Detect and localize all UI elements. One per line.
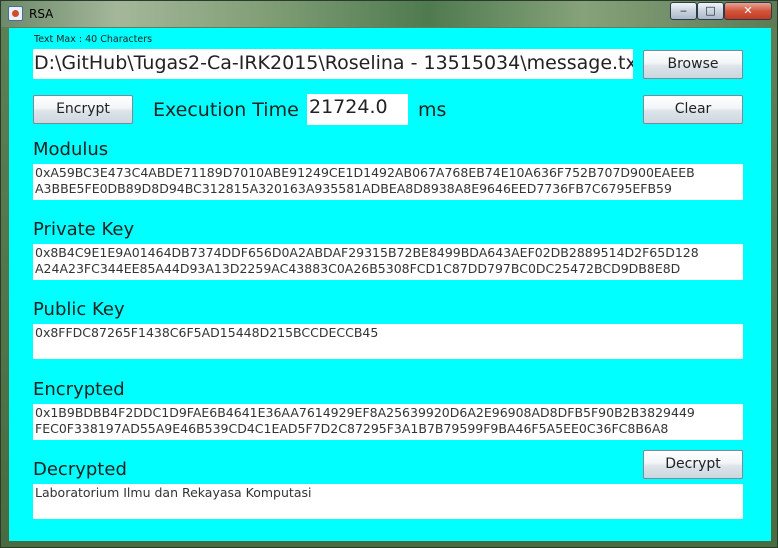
execution-time-label: Execution Time : — [153, 99, 312, 121]
execution-time-field[interactable]: 21724.0 — [307, 94, 408, 125]
java-app-icon — [8, 6, 23, 21]
file-path-field[interactable]: D:\GitHub\Tugas2-Ca-IRK2015\Roselina - 1… — [33, 49, 633, 79]
title-bar[interactable]: RSA ‒ □ ✕ — [1, 1, 777, 27]
modulus-line-1: 0xA59BC3E473C4ABDE71189D7010ABE91249CE1D… — [35, 165, 695, 180]
encrypt-button[interactable]: Encrypt — [33, 95, 133, 124]
text-max-label: Text Max : 40 Characters — [34, 34, 153, 45]
decrypted-line-1: Laboratorium Ilmu dan Rekayasa Komputasi — [35, 485, 312, 500]
rsa-window: RSA ‒ □ ✕ Text Max : 40 Characters D:\Gi… — [0, 0, 778, 548]
encrypted-label: Encrypted — [33, 379, 125, 400]
close-button[interactable]: ✕ — [724, 2, 772, 20]
modulus-label: Modulus — [33, 139, 109, 160]
private-key-field[interactable]: 0x8B4C9E1E9A01464DB7374DDF656D0A2ABDAF29… — [33, 244, 743, 280]
clear-button[interactable]: Clear — [643, 95, 743, 124]
decrypt-button[interactable]: Decrypt — [643, 450, 743, 479]
private-key-label: Private Key — [33, 219, 135, 240]
public-key-line-1: 0x8FFDC87265F1438C6F5AD15448D215BCCDECCB… — [35, 325, 379, 340]
minimize-button[interactable]: ‒ — [670, 2, 697, 20]
main-panel: Text Max : 40 Characters D:\GitHub\Tugas… — [9, 28, 771, 541]
modulus-line-2: A3BBE5FE0DB89D8D94BC312815A320163A935581… — [35, 181, 672, 196]
private-key-line-2: A24A23FC344EE85A44D93A13D2259AC43883C0A2… — [35, 261, 681, 276]
decrypted-label: Decrypted — [33, 459, 127, 480]
decrypted-field[interactable]: Laboratorium Ilmu dan Rekayasa Komputasi — [33, 484, 743, 519]
browse-button[interactable]: Browse — [643, 50, 743, 79]
encrypted-field[interactable]: 0x1B9BDBB4F2DDC1D9FAE6B4641E36AA7614929E… — [33, 404, 743, 440]
modulus-field[interactable]: 0xA59BC3E473C4ABDE71189D7010ABE91249CE1D… — [33, 164, 743, 200]
maximize-button[interactable]: □ — [697, 2, 724, 20]
encrypted-line-2: FEC0F338197AD55A9E46B539CD4C1EAD5F7D2C87… — [35, 421, 669, 436]
encrypted-line-1: 0x1B9BDBB4F2DDC1D9FAE6B4641E36AA7614929E… — [35, 405, 695, 420]
window-title: RSA — [29, 7, 54, 21]
execution-time-unit: ms — [418, 99, 447, 121]
public-key-label: Public Key — [33, 299, 125, 320]
private-key-line-1: 0x8B4C9E1E9A01464DB7374DDF656D0A2ABDAF29… — [35, 245, 699, 260]
public-key-field[interactable]: 0x8FFDC87265F1438C6F5AD15448D215BCCDECCB… — [33, 324, 743, 359]
